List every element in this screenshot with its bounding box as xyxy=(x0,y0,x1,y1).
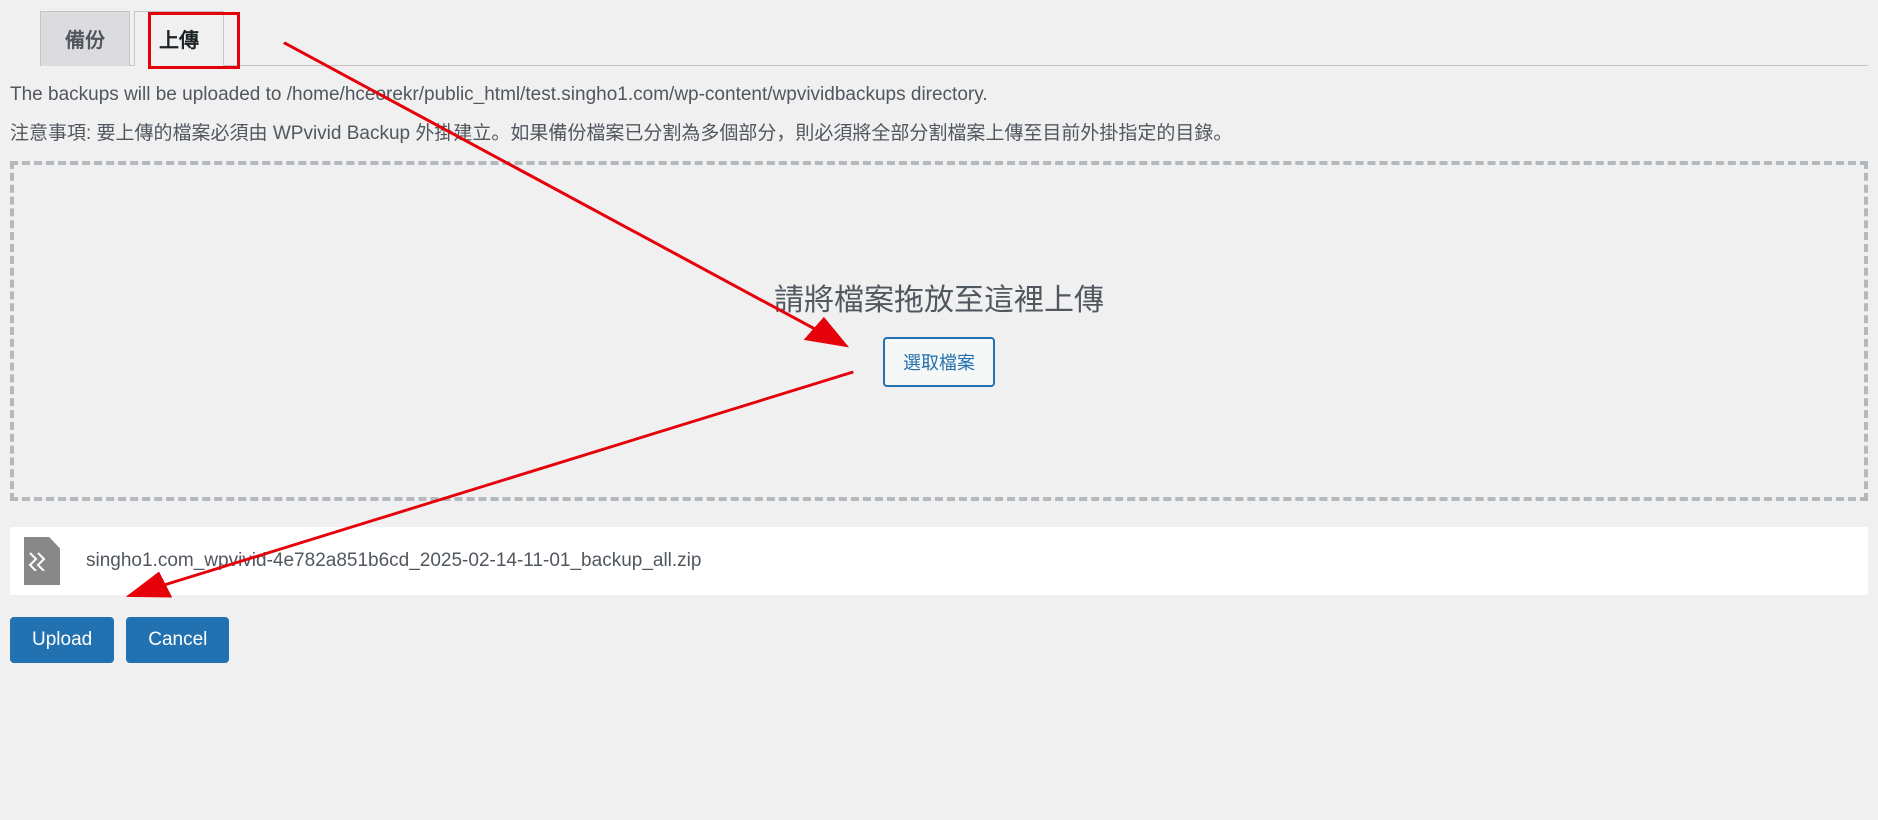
tab-backup[interactable]: 備份 xyxy=(40,11,130,66)
dropzone-instruction: 請將檔案拖放至這裡上傳 xyxy=(774,275,1104,319)
uploaded-file-row: singho1.com_wpvivid-4e782a851b6cd_2025-0… xyxy=(10,527,1868,595)
cancel-button[interactable]: Cancel xyxy=(126,617,229,663)
upload-notice: 注意事項: 要上傳的檔案必須由 WPvivid Backup 外掛建立。如果備份… xyxy=(10,118,1868,145)
action-buttons-row: Upload Cancel xyxy=(10,617,1868,663)
select-file-button[interactable]: 選取檔案 xyxy=(883,337,995,387)
zip-file-icon xyxy=(24,537,60,585)
main-container: 備份 上傳 The backups will be uploaded to /h… xyxy=(10,10,1868,663)
upload-button[interactable]: Upload xyxy=(10,617,114,663)
uploaded-file-name: singho1.com_wpvivid-4e782a851b6cd_2025-0… xyxy=(86,550,701,572)
upload-directory-info: The backups will be uploaded to /home/hc… xyxy=(10,84,1868,106)
tabs-row: 備份 上傳 xyxy=(40,10,1868,66)
tab-upload[interactable]: 上傳 xyxy=(134,11,224,66)
file-dropzone[interactable]: 請將檔案拖放至這裡上傳 選取檔案 xyxy=(10,161,1868,501)
